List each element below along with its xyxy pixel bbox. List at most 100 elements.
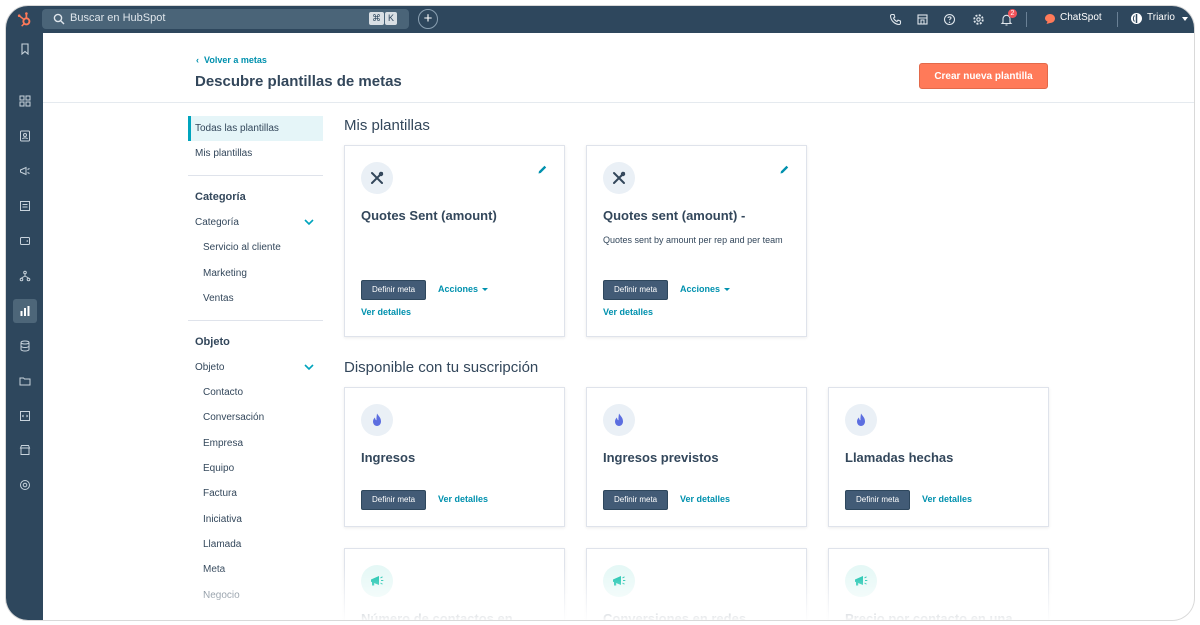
- sidebar-divider: [188, 320, 323, 321]
- template-card[interactable]: Ingresos Definir meta Ver detalles: [344, 387, 565, 527]
- settings-gear-icon[interactable]: [972, 13, 985, 26]
- tools-icon: [361, 162, 393, 194]
- account-chevron-icon[interactable]: [1182, 17, 1188, 21]
- card-description: Quotes sent by amount per rep and per te…: [603, 235, 783, 245]
- filter-option[interactable]: Marketing: [203, 268, 247, 279]
- search-placeholder: Buscar en HubSpot: [70, 12, 166, 24]
- divider: [1026, 12, 1027, 27]
- filter-option[interactable]: Factura: [203, 488, 237, 499]
- set-goal-button[interactable]: Definir meta: [361, 280, 427, 300]
- card-title: Quotes sent (amount) -: [603, 208, 746, 223]
- object-heading: Objeto: [195, 336, 230, 348]
- template-card[interactable]: Llamadas hechas Definir meta Ver detalle…: [828, 387, 1049, 527]
- actions-dropdown[interactable]: Acciones: [680, 284, 731, 294]
- nav-my-templates[interactable]: Mis plantillas: [188, 141, 323, 166]
- back-to-goals-link[interactable]: ‹ Volver a metas: [196, 55, 267, 65]
- header-divider: [43, 102, 1194, 103]
- set-goal-button[interactable]: Definir meta: [845, 490, 911, 510]
- marketing-megaphone-icon[interactable]: [13, 159, 37, 183]
- actions-dropdown[interactable]: Acciones: [438, 284, 489, 294]
- filter-option[interactable]: Iniciativa: [203, 514, 242, 525]
- card-title: Precio por contacto en una: [845, 611, 1013, 620]
- object-group-toggle[interactable]: Objeto: [195, 362, 224, 373]
- library-folder-icon[interactable]: [13, 369, 37, 393]
- sidebar-divider: [188, 175, 323, 176]
- hubspot-logo-icon[interactable]: [16, 11, 33, 28]
- divider: [1117, 12, 1118, 27]
- actions-label[interactable]: Acciones: [438, 284, 478, 294]
- automation-workflow-icon[interactable]: [13, 264, 37, 288]
- view-details-link[interactable]: Ver detalles: [438, 494, 488, 504]
- caret-down-icon: [482, 288, 489, 292]
- view-details-link[interactable]: Ver detalles: [361, 307, 411, 317]
- top-navigation-bar: Buscar en HubSpot ⌘ K + 2 ChatSpot Triar…: [6, 6, 1194, 33]
- filter-option[interactable]: Contacto: [203, 387, 243, 398]
- development-code-icon[interactable]: [13, 404, 37, 428]
- template-card[interactable]: Conversiones en redes: [586, 548, 807, 620]
- chatspot-icon[interactable]: [1044, 13, 1056, 25]
- filter-option[interactable]: Llamada: [203, 539, 241, 550]
- template-card[interactable]: Quotes sent (amount) - Quotes sent by am…: [586, 145, 807, 337]
- search-icon: [53, 13, 65, 25]
- page-title: Descubre plantillas de metas: [195, 73, 402, 90]
- filter-option[interactable]: Negocio: [203, 590, 240, 601]
- template-card[interactable]: Número de contactos en: [344, 548, 565, 620]
- app-marketplace-store-icon[interactable]: [13, 438, 37, 462]
- category-group-toggle[interactable]: Categoría: [195, 217, 239, 228]
- tools-icon: [603, 162, 635, 194]
- shortcut-key-cmd: ⌘: [369, 12, 384, 25]
- card-title: Llamadas hechas: [845, 450, 954, 465]
- filter-option[interactable]: Conversación: [203, 412, 264, 423]
- hub-settings-icon[interactable]: [13, 473, 37, 497]
- phone-icon[interactable]: [889, 13, 902, 26]
- account-name[interactable]: Triario: [1147, 12, 1175, 23]
- app-window: Buscar en HubSpot ⌘ K + 2 ChatSpot Triar…: [6, 6, 1194, 620]
- global-search-input[interactable]: Buscar en HubSpot ⌘ K: [42, 9, 409, 29]
- filter-option[interactable]: Servicio al cliente: [203, 242, 281, 253]
- reporting-bar-chart-icon[interactable]: [13, 299, 37, 323]
- left-rail-navigation: [6, 33, 43, 620]
- filter-option[interactable]: Empresa: [203, 438, 243, 449]
- filter-option[interactable]: Equipo: [203, 463, 234, 474]
- account-avatar-icon[interactable]: [1130, 12, 1143, 25]
- back-link-label[interactable]: Volver a metas: [204, 55, 267, 65]
- flame-icon: [361, 404, 393, 436]
- data-management-icon[interactable]: [13, 334, 37, 358]
- card-title: Ingresos: [361, 450, 416, 465]
- dashboard-grid-icon[interactable]: [13, 89, 37, 113]
- shortcut-key-k: K: [385, 12, 398, 25]
- section-title-my-templates: Mis plantillas: [344, 117, 430, 134]
- category-heading: Categoría: [195, 191, 246, 203]
- template-card[interactable]: Precio por contacto en una: [828, 548, 1049, 620]
- set-goal-button[interactable]: Definir meta: [603, 280, 669, 300]
- view-details-link[interactable]: Ver detalles: [603, 307, 653, 317]
- chevron-down-icon[interactable]: [304, 364, 314, 371]
- help-icon[interactable]: [943, 13, 956, 26]
- create-new-button[interactable]: +: [418, 9, 438, 29]
- nav-all-templates[interactable]: Todas las plantillas: [188, 116, 323, 141]
- chevron-down-icon[interactable]: [304, 219, 314, 226]
- chatspot-label[interactable]: ChatSpot: [1060, 12, 1102, 23]
- edit-pencil-icon[interactable]: [537, 164, 548, 175]
- view-details-link[interactable]: Ver detalles: [680, 494, 730, 504]
- contacts-icon[interactable]: [13, 124, 37, 148]
- set-goal-button[interactable]: Definir meta: [603, 490, 669, 510]
- flame-icon: [603, 404, 635, 436]
- edit-pencil-icon[interactable]: [779, 164, 790, 175]
- template-card[interactable]: Quotes Sent (amount) Definir meta Accion…: [344, 145, 565, 337]
- actions-label[interactable]: Acciones: [680, 284, 720, 294]
- filter-option[interactable]: Meta: [203, 564, 225, 575]
- filter-option[interactable]: Ventas: [203, 293, 234, 304]
- commerce-wallet-icon[interactable]: [13, 229, 37, 253]
- template-card[interactable]: Ingresos previstos Definir meta Ver deta…: [586, 387, 807, 527]
- bookmarks-icon[interactable]: [13, 37, 37, 61]
- create-template-button[interactable]: Crear nueva plantilla: [919, 63, 1048, 89]
- content-icon[interactable]: [13, 194, 37, 218]
- caret-down-icon: [724, 288, 731, 292]
- card-title: Ingresos previstos: [603, 450, 719, 465]
- megaphone-icon: [603, 565, 635, 597]
- marketplace-icon[interactable]: [916, 13, 929, 26]
- flame-icon: [845, 404, 877, 436]
- view-details-link[interactable]: Ver detalles: [922, 494, 972, 504]
- set-goal-button[interactable]: Definir meta: [361, 490, 427, 510]
